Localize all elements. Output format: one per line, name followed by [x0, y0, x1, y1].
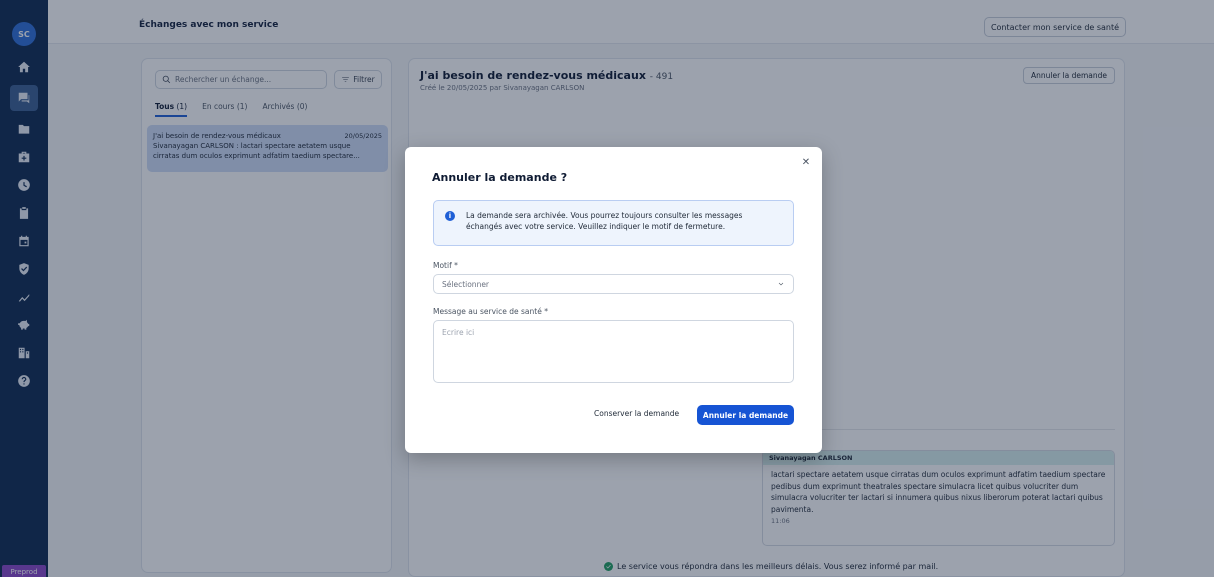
info-icon: i: [445, 211, 455, 221]
cancel-request-modal: ✕ Annuler la demande ? i La demande sera…: [405, 147, 822, 453]
message-label: Message au service de santé *: [433, 307, 548, 316]
info-line-1: La demande sera archivée. Vous pourrez t…: [466, 211, 743, 220]
chevron-down-icon: [778, 282, 784, 286]
confirm-cancel-button[interactable]: Annuler la demande: [697, 405, 794, 425]
message-textarea[interactable]: Ecrire ici: [433, 320, 794, 383]
reason-select[interactable]: Sélectionner: [433, 274, 794, 294]
info-line-2: échangés avec votre service. Veuillez in…: [466, 222, 726, 231]
close-icon[interactable]: ✕: [801, 157, 811, 168]
reason-select-value: Sélectionner: [442, 279, 490, 289]
info-alert: i La demande sera archivée. Vous pourrez…: [433, 200, 794, 246]
reason-label: Motif *: [433, 261, 458, 270]
keep-request-button[interactable]: Conserver la demande: [594, 409, 679, 418]
modal-title: Annuler la demande ?: [432, 171, 568, 184]
message-textarea-placeholder: Ecrire ici: [442, 328, 475, 337]
